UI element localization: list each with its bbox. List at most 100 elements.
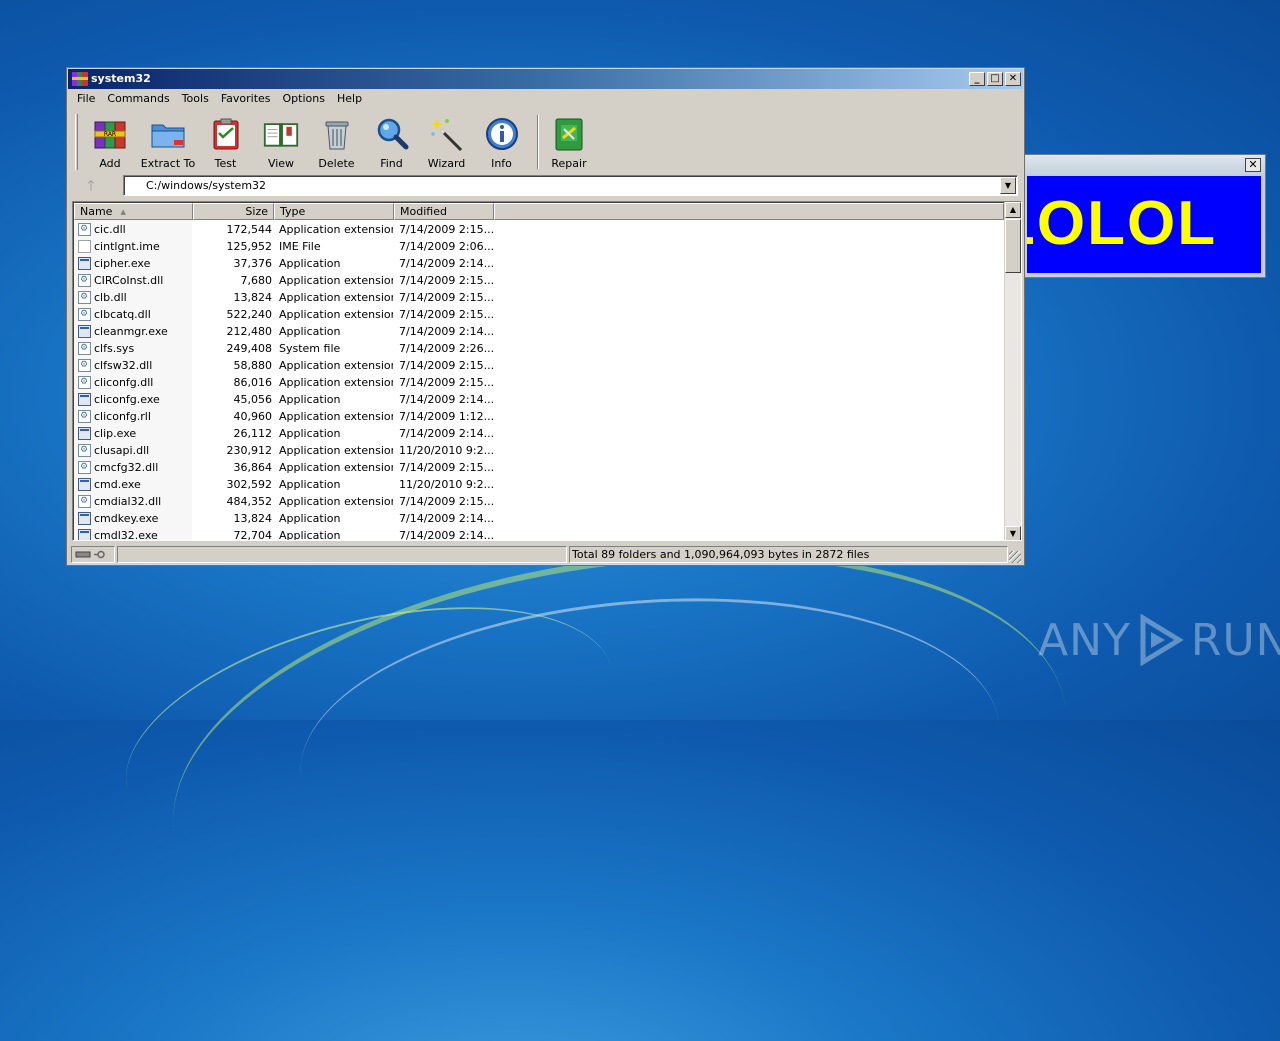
menu-options[interactable]: Options bbox=[277, 90, 331, 108]
file-size: 484,352 bbox=[226, 495, 273, 508]
wizard-button[interactable]: Wizard bbox=[419, 111, 474, 171]
file-size: 249,408 bbox=[226, 342, 273, 355]
file-name-cell: cmdkey.exe bbox=[78, 510, 192, 527]
file-name-cell: cic.dll bbox=[78, 221, 192, 238]
file-row[interactable]: clip.exe 26,112 Application 7/14/2009 2:14.… bbox=[74, 425, 1004, 442]
file-row[interactable]: cmdl32.exe 72,704 Application 7/14/2009 2:1… bbox=[74, 527, 1004, 541]
file-row[interactable]: cmd.exe 302,592 Application 11/20/2010 9:2.… bbox=[74, 476, 1004, 493]
file-row[interactable]: clb.dll 13,824 Application extension 7/14/2… bbox=[74, 289, 1004, 306]
info-button[interactable]: Info bbox=[474, 111, 529, 171]
file-row[interactable]: clfs.sys 249,408 System file 7/14/2009 2:26… bbox=[74, 340, 1004, 357]
file-modified: 7/14/2009 2:14... bbox=[399, 325, 494, 338]
file-row[interactable]: cmcfg32.dll 36,864 Application extension 7/… bbox=[74, 459, 1004, 476]
status-drive-icons bbox=[71, 546, 115, 563]
file-row[interactable]: clusapi.dll 230,912 Application extension 1… bbox=[74, 442, 1004, 459]
file-modified: 7/14/2009 2:14... bbox=[399, 529, 494, 541]
find-button[interactable]: Find bbox=[364, 111, 419, 171]
file-modified: 7/14/2009 2:14... bbox=[399, 257, 494, 270]
file-name-cell: cintlgnt.ime bbox=[78, 238, 192, 255]
file-name-cell: clfs.sys bbox=[78, 340, 192, 357]
column-header-modified[interactable]: Modified bbox=[394, 203, 494, 220]
address-combobox[interactable]: C:/windows/system32 ▼ bbox=[123, 175, 1018, 196]
toolbar-grip[interactable] bbox=[75, 114, 78, 170]
close-button[interactable]: ✕ bbox=[1005, 72, 1021, 86]
file-size: 36,864 bbox=[233, 461, 273, 474]
menu-tools[interactable]: Tools bbox=[176, 90, 215, 108]
repair-button[interactable]: Repair bbox=[547, 111, 591, 171]
watermark-right-text: RUN bbox=[1190, 614, 1280, 666]
file-size: 13,824 bbox=[233, 512, 273, 525]
add-button[interactable]: RAR Add bbox=[82, 111, 138, 171]
file-row[interactable]: cipher.exe 37,376 Application 7/14/2009 2:1… bbox=[74, 255, 1004, 272]
toolbar-separator bbox=[537, 115, 539, 169]
statusbar: Total 89 folders and 1,090,964,093 bytes… bbox=[69, 545, 1022, 564]
file-type: Application extension bbox=[279, 495, 393, 508]
menu-file[interactable]: File bbox=[71, 90, 101, 108]
file-name-cell: cmdl32.exe bbox=[78, 527, 192, 540]
add-label: Add bbox=[99, 157, 121, 170]
file-type: Application bbox=[279, 257, 341, 270]
titlebar[interactable]: system32 _ □ ✕ bbox=[68, 69, 1023, 89]
menu-help[interactable]: Help bbox=[331, 90, 368, 108]
file-row[interactable]: cliconfg.exe 45,056 Application 7/14/2009 2… bbox=[74, 391, 1004, 408]
file-row[interactable]: cic.dll 172,544 Application extension 7/14/… bbox=[74, 221, 1004, 238]
menu-favorites[interactable]: Favorites bbox=[215, 90, 277, 108]
toolbar: RAR Add Extract To Test View Delete Find… bbox=[73, 111, 1020, 173]
file-row[interactable]: clfsw32.dll 58,880 Application extension 7/… bbox=[74, 357, 1004, 374]
file-size: 45,056 bbox=[233, 393, 273, 406]
status-summary: Total 89 folders and 1,090,964,093 bytes… bbox=[569, 546, 1008, 563]
file-name-cell: cleanmgr.exe bbox=[78, 323, 192, 340]
file-row[interactable]: cliconfg.dll 86,016 Application extension 7… bbox=[74, 374, 1004, 391]
file-name-cell: cliconfg.exe bbox=[78, 391, 192, 408]
magnifier-icon bbox=[374, 116, 410, 152]
delete-button[interactable]: Delete bbox=[309, 111, 364, 171]
extract-folder-icon bbox=[150, 116, 186, 152]
file-row[interactable]: cintlgnt.ime 125,952 IME File 7/14/2009 2:0… bbox=[74, 238, 1004, 255]
extract-to-button[interactable]: Extract To bbox=[138, 111, 198, 171]
up-arrow-icon[interactable]: 🡑 bbox=[79, 176, 103, 196]
file-name: cleanmgr.exe bbox=[94, 325, 168, 338]
file-type: IME File bbox=[279, 240, 321, 253]
scroll-down-icon[interactable]: ▼ bbox=[1005, 526, 1021, 540]
column-header-size[interactable]: Size bbox=[193, 203, 274, 220]
menu-commands[interactable]: Commands bbox=[101, 90, 175, 108]
file-row[interactable]: cliconfg.rll 40,960 Application extension 7… bbox=[74, 408, 1004, 425]
file-modified: 7/14/2009 2:15... bbox=[399, 291, 494, 304]
minimize-button[interactable]: _ bbox=[969, 72, 985, 86]
file-modified: 7/14/2009 2:14... bbox=[399, 427, 494, 440]
resize-grip[interactable] bbox=[1009, 551, 1021, 563]
anyrun-watermark: ANY RUN bbox=[1038, 612, 1280, 668]
vertical-scrollbar[interactable]: ▲ ▼ bbox=[1004, 202, 1021, 540]
chevron-down-icon[interactable]: ▼ bbox=[1000, 177, 1016, 194]
view-button[interactable]: View bbox=[253, 111, 309, 171]
file-name-cell: clbcatq.dll bbox=[78, 306, 192, 323]
file-name: cmd.exe bbox=[94, 478, 141, 491]
file-row[interactable]: cmdkey.exe 13,824 Application 7/14/2009 2:1… bbox=[74, 510, 1004, 527]
scroll-up-icon[interactable]: ▲ bbox=[1005, 202, 1021, 218]
file-name: cmcfg32.dll bbox=[94, 461, 159, 474]
file-row[interactable]: clbcatq.dll 522,240 Application extension 7… bbox=[74, 306, 1004, 323]
maximize-button[interactable]: □ bbox=[987, 72, 1003, 86]
application-file-icon bbox=[78, 325, 91, 338]
file-rows: cic.dll 172,544 Application extension 7/14/… bbox=[74, 221, 1004, 541]
file-size: 13,824 bbox=[233, 291, 273, 304]
file-row[interactable]: cmdial32.dll 484,352 Application extension… bbox=[74, 493, 1004, 510]
close-icon[interactable]: ✕ bbox=[1245, 158, 1261, 172]
column-header-type[interactable]: Type bbox=[274, 203, 394, 220]
file-type: Application extension bbox=[279, 274, 393, 287]
file-row[interactable]: CIRCoInst.dll 7,680 Application extension 7… bbox=[74, 272, 1004, 289]
lolol-content: LOLOL bbox=[1027, 176, 1261, 273]
file-list[interactable]: Name ▲ Size Type Modified cic.dll 172,544 A… bbox=[72, 201, 1022, 541]
test-button[interactable]: Test bbox=[198, 111, 253, 171]
dll-file-icon bbox=[78, 357, 91, 374]
column-header-name[interactable]: Name ▲ bbox=[74, 203, 193, 220]
dll-file-icon bbox=[78, 408, 91, 425]
scroll-thumb[interactable] bbox=[1005, 219, 1021, 273]
file-name-cell: CIRCoInst.dll bbox=[78, 272, 192, 289]
file-type: Application extension bbox=[279, 308, 393, 321]
file-modified: 7/14/2009 2:15... bbox=[399, 223, 494, 236]
file-row[interactable]: cleanmgr.exe 212,480 Application 7/14/2009 … bbox=[74, 323, 1004, 340]
file-size: 7,680 bbox=[240, 274, 273, 287]
file-size: 37,376 bbox=[233, 257, 273, 270]
file-type: Application bbox=[279, 512, 341, 525]
